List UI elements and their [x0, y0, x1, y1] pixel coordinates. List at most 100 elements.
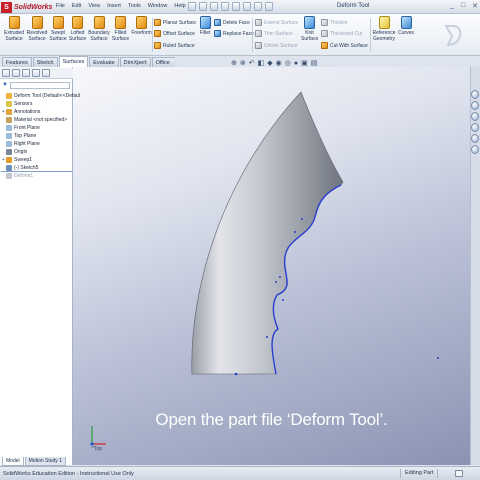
view-settings-icon[interactable]: ▤	[311, 59, 318, 67]
display-style-icon[interactable]: ◉	[276, 59, 282, 67]
knit-surface-button[interactable]: Knit Surface	[301, 16, 318, 42]
planar-surface-button[interactable]: Planar Surface	[154, 18, 196, 27]
zoom-to-area-icon[interactable]: ⊗	[240, 59, 246, 67]
offset-surface-button[interactable]: Offset Surface	[154, 29, 195, 38]
swept-surface-icon	[52, 16, 64, 29]
ruled-surface-button[interactable]: Ruled Surface	[154, 41, 195, 50]
tree-node[interactable]: Origin	[1, 148, 73, 156]
menu-view[interactable]: View	[88, 3, 100, 9]
menu-edit[interactable]: Edit	[72, 3, 81, 9]
planar-surface-icon	[154, 19, 161, 26]
menu-file[interactable]: File	[56, 3, 65, 9]
menu-tools[interactable]: Tools	[128, 3, 141, 9]
dimxpert-manager-tab-icon[interactable]	[32, 69, 40, 77]
tree-node[interactable]: Top Plane	[1, 132, 73, 140]
maximize-button[interactable]: □	[461, 2, 465, 10]
tree-node[interactable]: Sensors	[1, 100, 73, 108]
replace-face-button[interactable]: Replace Face	[214, 29, 254, 38]
untrim-surface-button[interactable]: Untrim Surface	[255, 41, 297, 50]
filled-surface-button[interactable]: Filled Surface	[111, 16, 130, 42]
tree-node[interactable]: Right Plane	[1, 140, 73, 148]
display-manager-tab-icon[interactable]	[42, 69, 50, 77]
configuration-manager-tab-icon[interactable]	[22, 69, 30, 77]
options-icon[interactable]	[265, 2, 273, 11]
save-icon[interactable]	[210, 2, 218, 11]
thickened-cut-button[interactable]: Thickened Cut	[321, 29, 362, 38]
rebuild-icon[interactable]	[254, 2, 262, 11]
command-manager-tabs: Features Sketch Surfaces Evaluate DimXpe…	[0, 56, 182, 76]
apply-scene-icon[interactable]: ▣	[301, 59, 308, 67]
ribbon-separator	[152, 18, 153, 52]
solidworks-logo[interactable]: S SolidWorks	[1, 1, 53, 13]
command-manager-ribbon: Extruded Surface Revolved Surface Swept …	[0, 14, 480, 56]
delete-face-label: Delete Face	[223, 19, 250, 26]
tab-evaluate[interactable]: Evaluate	[89, 57, 119, 67]
freeform-label: Freeform	[131, 30, 152, 36]
curves-button[interactable]: Curves	[397, 16, 415, 37]
reference-geometry-icon	[378, 16, 390, 29]
part-model[interactable]	[73, 67, 470, 465]
tab-sketch[interactable]: Sketch	[32, 57, 58, 67]
plane-icon	[6, 125, 12, 131]
graphics-area[interactable]: Open the part file ‘Deform Tool’.	[73, 67, 470, 465]
tab-motion-study-1[interactable]: Motion Study 1	[24, 457, 66, 466]
reference-geometry-button[interactable]: Reference Geometry	[372, 16, 396, 42]
view-orientation-icon[interactable]: ◆	[267, 59, 272, 67]
feature-manager-tabs	[0, 68, 73, 79]
tab-dimxpert[interactable]: DimXpert	[119, 57, 151, 67]
tree-node[interactable]: + Annotations	[1, 108, 73, 116]
edit-appearance-icon[interactable]: ●	[294, 60, 298, 67]
swept-body[interactable]	[191, 91, 344, 375]
undo-icon[interactable]	[232, 2, 240, 11]
tab-surfaces[interactable]: Surfaces	[58, 56, 89, 67]
quick-tips-icon[interactable]	[455, 470, 463, 477]
zoom-to-fit-icon[interactable]: ⊕	[231, 59, 237, 67]
feature-tree: Deform Tool (Default<<Defaul Sensors + Anno…	[1, 92, 80, 180]
section-view-icon[interactable]: ◧	[258, 59, 265, 67]
tree-node[interactable]: (-) Sketch5	[1, 164, 73, 172]
trim-surface-button[interactable]: Trim Surface	[255, 29, 292, 38]
untrim-surface-label: Untrim Surface	[264, 42, 298, 49]
new-document-icon[interactable]	[188, 2, 196, 11]
freeform-button[interactable]: Freeform	[131, 16, 152, 37]
menu-insert[interactable]: Insert	[107, 3, 121, 9]
filter-input[interactable]	[10, 82, 70, 89]
extend-surface-icon	[255, 19, 262, 26]
boundary-surface-button[interactable]: Boundary Surface	[88, 16, 110, 42]
lofted-surface-button[interactable]: Lofted Surface	[68, 16, 87, 42]
revolved-surface-button[interactable]: Revolved Surface	[26, 16, 48, 42]
tab-model[interactable]: Model	[2, 457, 24, 466]
fillet-button[interactable]: Fillet	[198, 16, 212, 37]
delete-face-button[interactable]: Delete Face	[214, 18, 250, 27]
swept-surface-button[interactable]: Swept Surface	[49, 16, 67, 42]
tree-node[interactable]: Material <not specified>	[1, 116, 73, 124]
open-icon[interactable]	[199, 2, 207, 11]
extruded-surface-button[interactable]: Extruded Surface	[3, 16, 25, 42]
appearances-icon[interactable]	[471, 134, 479, 143]
tree-node-label: Annotations	[14, 109, 41, 115]
menu-help[interactable]: Help	[174, 3, 185, 9]
tree-node[interactable]: Deform1	[1, 172, 73, 180]
file-explorer-icon[interactable]	[471, 112, 479, 121]
tab-features[interactable]: Features	[2, 57, 32, 67]
previous-view-icon[interactable]: ↶	[249, 59, 255, 67]
tree-node[interactable]: Front Plane	[1, 124, 73, 132]
custom-properties-icon[interactable]	[471, 145, 479, 154]
extend-surface-button[interactable]: Extend Surface	[255, 18, 298, 27]
tree-node[interactable]: Deform Tool (Default<<Defaul	[1, 92, 80, 100]
property-manager-tab-icon[interactable]	[12, 69, 20, 77]
select-icon[interactable]	[243, 2, 251, 11]
tree-node-label: (-) Sketch5	[14, 164, 39, 171]
menu-window[interactable]: Window	[148, 3, 168, 9]
resources-icon[interactable]	[471, 90, 479, 99]
hide-show-items-icon[interactable]: ◎	[285, 59, 291, 67]
feature-manager-tab-icon[interactable]	[2, 69, 10, 77]
thicken-button[interactable]: Thicken	[321, 18, 348, 27]
freeform-icon	[136, 16, 147, 29]
view-palette-icon[interactable]	[471, 123, 479, 132]
close-button[interactable]: ✕	[472, 2, 478, 10]
cut-with-surface-button[interactable]: Cut With Surface	[321, 41, 368, 50]
print-icon[interactable]	[221, 2, 229, 11]
design-library-icon[interactable]	[471, 101, 479, 110]
minimize-button[interactable]: _	[450, 2, 454, 10]
